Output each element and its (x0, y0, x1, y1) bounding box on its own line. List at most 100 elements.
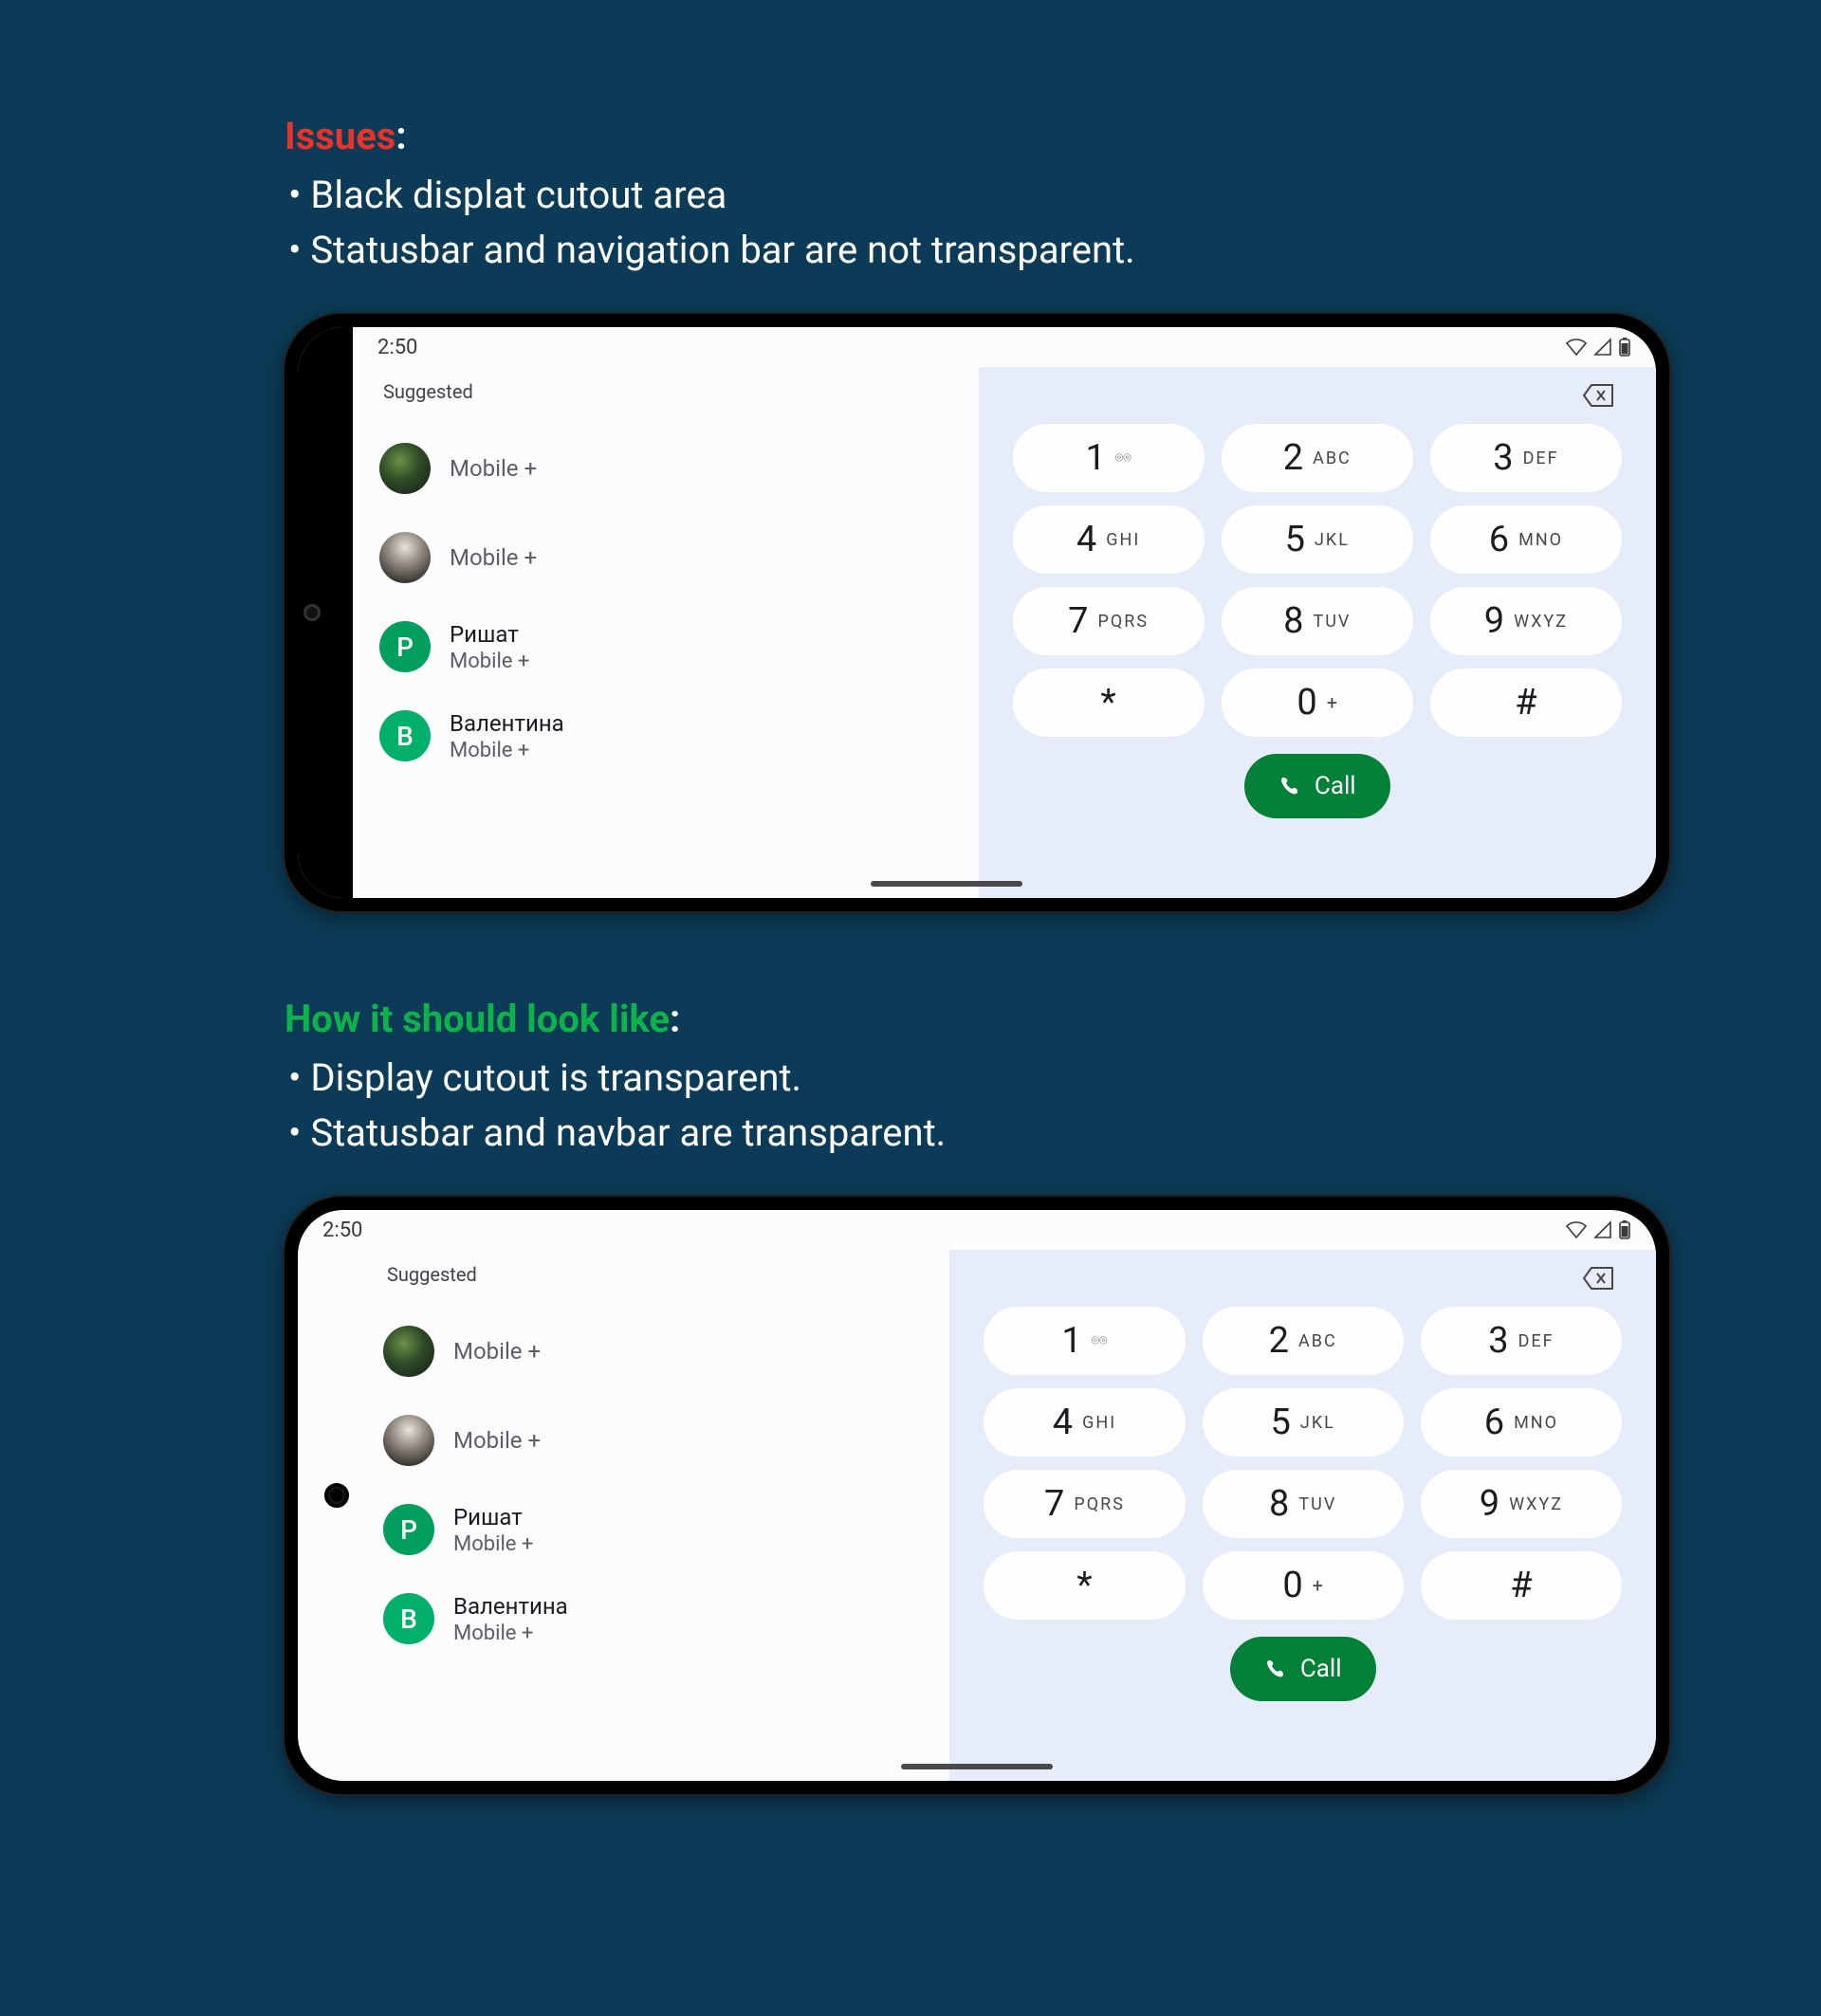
issues-title: Issues (285, 114, 395, 158)
key-8[interactable]: 8TUV (1203, 1470, 1404, 1538)
contact-name: Ришат (450, 621, 529, 648)
dialpad-panel: 1⌾⌾ 2ABC 3DEF 4GHI 5JKL 6MNO 7PQRS 8TUV … (979, 367, 1656, 898)
contact-sub: Mobile + (453, 1427, 541, 1454)
nav-handle[interactable] (901, 1764, 1053, 1769)
expected-heading: How it should look like: (285, 997, 1536, 1041)
camera-cutout-icon (304, 604, 321, 621)
status-icons (1565, 1219, 1631, 1240)
key-2[interactable]: 2ABC (1203, 1307, 1404, 1375)
suggested-heading: Suggested (383, 380, 979, 403)
plus-label: + (1327, 691, 1337, 714)
avatar-letter: В (383, 1593, 434, 1644)
voicemail-icon: ⌾⌾ (1115, 450, 1131, 466)
contact-sub: Mobile + (453, 1622, 568, 1645)
call-button[interactable]: Call (1244, 754, 1390, 818)
call-label: Call (1315, 772, 1356, 800)
key-1[interactable]: 1⌾⌾ (984, 1307, 1185, 1375)
key-7[interactable]: 7PQRS (1013, 587, 1205, 655)
phone-icon (1264, 1658, 1287, 1680)
key-3[interactable]: 3DEF (1430, 424, 1622, 492)
battery-icon (1618, 337, 1631, 357)
expected-bullets: Display cutout is transparent. Statusbar… (285, 1051, 1536, 1161)
key-7[interactable]: 7PQRS (984, 1470, 1185, 1538)
issues-bullets: Black displat cutout area Statusbar and … (285, 168, 1536, 278)
key-star[interactable]: * (1013, 669, 1205, 737)
key-2[interactable]: 2ABC (1222, 424, 1413, 492)
camera-cutout-icon (324, 1483, 349, 1508)
phone-icon (1278, 775, 1301, 797)
key-0[interactable]: 0+ (1203, 1551, 1404, 1620)
avatar-letter: Р (383, 1504, 434, 1555)
contact-row[interactable]: Mobile + (383, 1396, 949, 1485)
key-9[interactable]: 9WXYZ (1421, 1470, 1622, 1538)
key-1[interactable]: 1⌾⌾ (1013, 424, 1205, 492)
dialpad-keys: 1⌾⌾ 2ABC 3DEF 4GHI 5JKL 6MNO 7PQRS 8TUV … (984, 1307, 1622, 1620)
key-hash[interactable]: # (1421, 1551, 1622, 1620)
contact-name: Валентина (450, 710, 564, 737)
key-hash[interactable]: # (1430, 669, 1622, 737)
battery-icon (1618, 1219, 1631, 1240)
phone-mockup-issues: 2:50 Suggested Mobile + (285, 314, 1669, 911)
backspace-icon[interactable] (1582, 1266, 1614, 1291)
contacts-panel: Suggested Mobile + Mobile + Р Ри (298, 1250, 949, 1781)
nav-handle[interactable] (871, 881, 1022, 887)
contact-sub: Mobile + (453, 1338, 541, 1365)
issues-section: Issues: Black displat cutout area Status… (285, 114, 1536, 911)
contact-row[interactable]: В Валентина Mobile + (379, 691, 979, 780)
avatar-letter: В (379, 710, 431, 761)
expected-bullet: Statusbar and navbar are transparent. (288, 1106, 1536, 1161)
key-5[interactable]: 5JKL (1203, 1388, 1404, 1457)
call-label: Call (1300, 1655, 1342, 1683)
issue-bullet: Black displat cutout area (288, 168, 1536, 223)
status-time: 2:50 (322, 1219, 362, 1242)
contacts-panel: Suggested Mobile + Mobile + Р Р (353, 367, 979, 898)
call-button[interactable]: Call (1230, 1637, 1376, 1701)
wifi-icon (1565, 1220, 1588, 1239)
dialpad-panel: 1⌾⌾ 2ABC 3DEF 4GHI 5JKL 6MNO 7PQRS 8TUV … (949, 1250, 1656, 1781)
avatar-photo (383, 1326, 434, 1377)
key-6[interactable]: 6MNO (1430, 505, 1622, 574)
phone-mockup-expected: 2:50 Suggested Mobile + (285, 1197, 1669, 1794)
status-bar: 2:50 (353, 327, 1656, 367)
wifi-icon (1565, 338, 1588, 357)
key-star[interactable]: * (984, 1551, 1185, 1620)
signal-icon (1593, 338, 1612, 357)
key-5[interactable]: 5JKL (1222, 505, 1413, 574)
suggested-heading: Suggested (387, 1263, 949, 1286)
contact-name: Валентина (453, 1593, 568, 1620)
contact-row[interactable]: В Валентина Mobile + (383, 1574, 949, 1663)
key-4[interactable]: 4GHI (984, 1388, 1185, 1457)
dialpad-keys: 1⌾⌾ 2ABC 3DEF 4GHI 5JKL 6MNO 7PQRS 8TUV … (1013, 424, 1622, 737)
issues-heading: Issues: (285, 114, 1536, 158)
avatar-photo (379, 443, 431, 494)
contact-row[interactable]: Mobile + (383, 1307, 949, 1396)
status-bar: 2:50 (298, 1210, 1656, 1250)
status-time: 2:50 (377, 336, 417, 359)
key-3[interactable]: 3DEF (1421, 1307, 1622, 1375)
contact-row[interactable]: Mobile + (379, 424, 979, 513)
voicemail-icon: ⌾⌾ (1092, 1333, 1108, 1348)
avatar-photo (383, 1415, 434, 1466)
key-0[interactable]: 0+ (1222, 669, 1413, 737)
status-icons (1565, 337, 1631, 357)
contact-sub: Mobile + (450, 544, 537, 571)
issue-bullet: Statusbar and navigation bar are not tra… (288, 223, 1536, 278)
key-6[interactable]: 6MNO (1421, 1388, 1622, 1457)
key-4[interactable]: 4GHI (1013, 505, 1205, 574)
key-9[interactable]: 9WXYZ (1430, 587, 1622, 655)
contact-sub: Mobile + (453, 1532, 533, 1556)
avatar-photo (379, 532, 431, 583)
screen-area: 2:50 Suggested Mobile + (353, 327, 1656, 898)
plus-label: + (1313, 1574, 1323, 1597)
key-8[interactable]: 8TUV (1222, 587, 1413, 655)
avatar-letter: Р (379, 621, 431, 672)
contact-sub: Mobile + (450, 739, 564, 762)
signal-icon (1593, 1220, 1612, 1239)
contact-name: Ришат (453, 1504, 533, 1530)
contact-row[interactable]: Р Ришат Mobile + (379, 602, 979, 691)
backspace-icon[interactable] (1582, 383, 1614, 408)
expected-title: How it should look like (285, 997, 670, 1041)
contact-row[interactable]: Р Ришат Mobile + (383, 1485, 949, 1574)
contact-sub: Mobile + (450, 650, 529, 673)
contact-row[interactable]: Mobile + (379, 513, 979, 602)
